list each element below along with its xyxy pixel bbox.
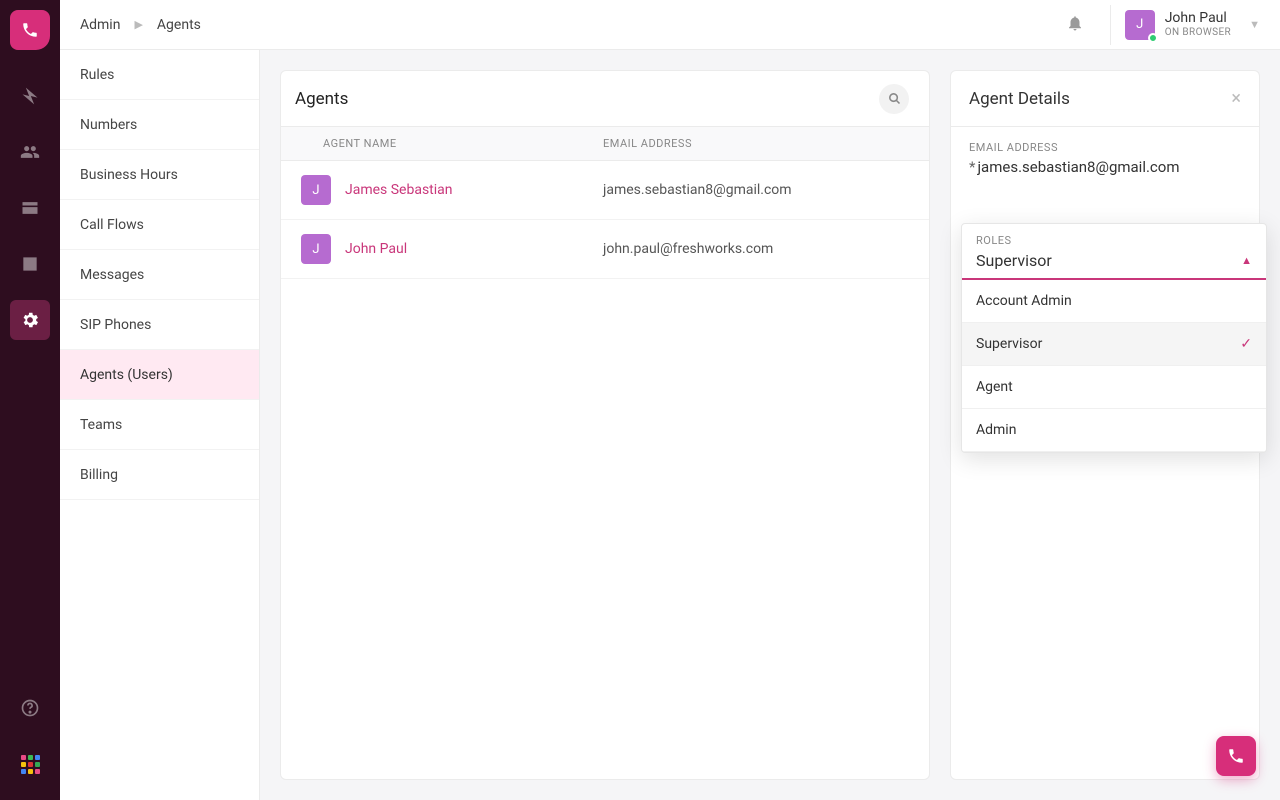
sidebar-item[interactable]: Rules <box>60 50 259 100</box>
breadcrumb: Admin ▶ Agents <box>80 17 201 33</box>
nav-apps-icon[interactable] <box>10 744 50 784</box>
col-agent-name: AGENT NAME <box>323 137 603 150</box>
breadcrumb-root[interactable]: Admin <box>80 17 120 33</box>
user-status: ON BROWSER <box>1165 27 1231 38</box>
agent-name[interactable]: James Sebastian <box>345 182 453 198</box>
sidebar-item[interactable]: Messages <box>60 250 259 300</box>
sidebar-item[interactable]: Business Hours <box>60 150 259 200</box>
breadcrumb-current: Agents <box>157 17 201 33</box>
user-name: John Paul <box>1165 11 1231 26</box>
agents-panel: Agents AGENT NAME EMAIL ADDRESS J James S… <box>280 70 930 780</box>
sidebar-item[interactable]: Agents (Users) <box>60 350 259 400</box>
agent-row[interactable]: J John Paul john.paul@freshworks.com <box>281 220 929 279</box>
role-option[interactable]: Account Admin <box>962 280 1266 323</box>
call-fab[interactable] <box>1216 736 1256 776</box>
role-option[interactable]: Admin <box>962 409 1266 452</box>
table-header: AGENT NAME EMAIL ADDRESS <box>281 127 929 161</box>
sidebar-item[interactable]: Billing <box>60 450 259 500</box>
search-button[interactable] <box>879 84 909 114</box>
nav-people-icon[interactable] <box>10 132 50 172</box>
nav-activity-icon[interactable] <box>10 76 50 116</box>
nav-rail <box>0 0 60 800</box>
top-header: Admin ▶ Agents J John Paul ON BROWSER ▼ <box>60 0 1280 50</box>
nav-card-icon[interactable] <box>10 188 50 228</box>
email-label: EMAIL ADDRESS <box>969 141 1241 154</box>
roles-dropdown: ROLES Supervisor ▲ Account AdminSupervis… <box>961 223 1267 453</box>
settings-sidebar: RulesNumbersBusiness HoursCall FlowsMess… <box>60 50 260 800</box>
sidebar-item[interactable]: SIP Phones <box>60 300 259 350</box>
details-title: Agent Details <box>969 89 1070 109</box>
agent-name[interactable]: John Paul <box>345 241 407 257</box>
agent-email: john.paul@freshworks.com <box>603 241 773 257</box>
caret-up-icon: ▲ <box>1241 254 1252 267</box>
avatar: J <box>301 175 331 205</box>
user-menu[interactable]: J John Paul ON BROWSER ▼ <box>1125 10 1260 40</box>
email-value: *james.sebastian8@gmail.com <box>969 158 1241 176</box>
app-logo[interactable] <box>10 10 50 50</box>
roles-select-control[interactable]: Supervisor ▲ <box>962 249 1266 280</box>
panel-title: Agents <box>295 89 348 109</box>
nav-settings-icon[interactable] <box>10 300 50 340</box>
sidebar-item[interactable]: Teams <box>60 400 259 450</box>
chevron-right-icon: ▶ <box>134 18 142 31</box>
role-option[interactable]: Agent <box>962 366 1266 409</box>
role-option[interactable]: Supervisor✓ <box>962 323 1266 366</box>
nav-reports-icon[interactable] <box>10 244 50 284</box>
avatar: J <box>1125 10 1155 40</box>
notifications-icon[interactable] <box>1066 14 1084 36</box>
agent-email: james.sebastian8@gmail.com <box>603 182 792 198</box>
presence-indicator <box>1148 33 1158 43</box>
sidebar-item[interactable]: Call Flows <box>60 200 259 250</box>
agent-row[interactable]: J James Sebastian james.sebastian8@gmail.c… <box>281 161 929 220</box>
agent-details-panel: Agent Details × EMAIL ADDRESS *james.seb… <box>950 70 1260 780</box>
col-email: EMAIL ADDRESS <box>603 137 909 150</box>
avatar: J <box>301 234 331 264</box>
sidebar-item[interactable]: Numbers <box>60 100 259 150</box>
close-icon[interactable]: × <box>1231 88 1241 109</box>
chevron-down-icon: ▼ <box>1249 18 1260 31</box>
roles-label: ROLES <box>962 224 1266 249</box>
check-icon: ✓ <box>1240 336 1252 352</box>
nav-help-icon[interactable] <box>10 688 50 728</box>
